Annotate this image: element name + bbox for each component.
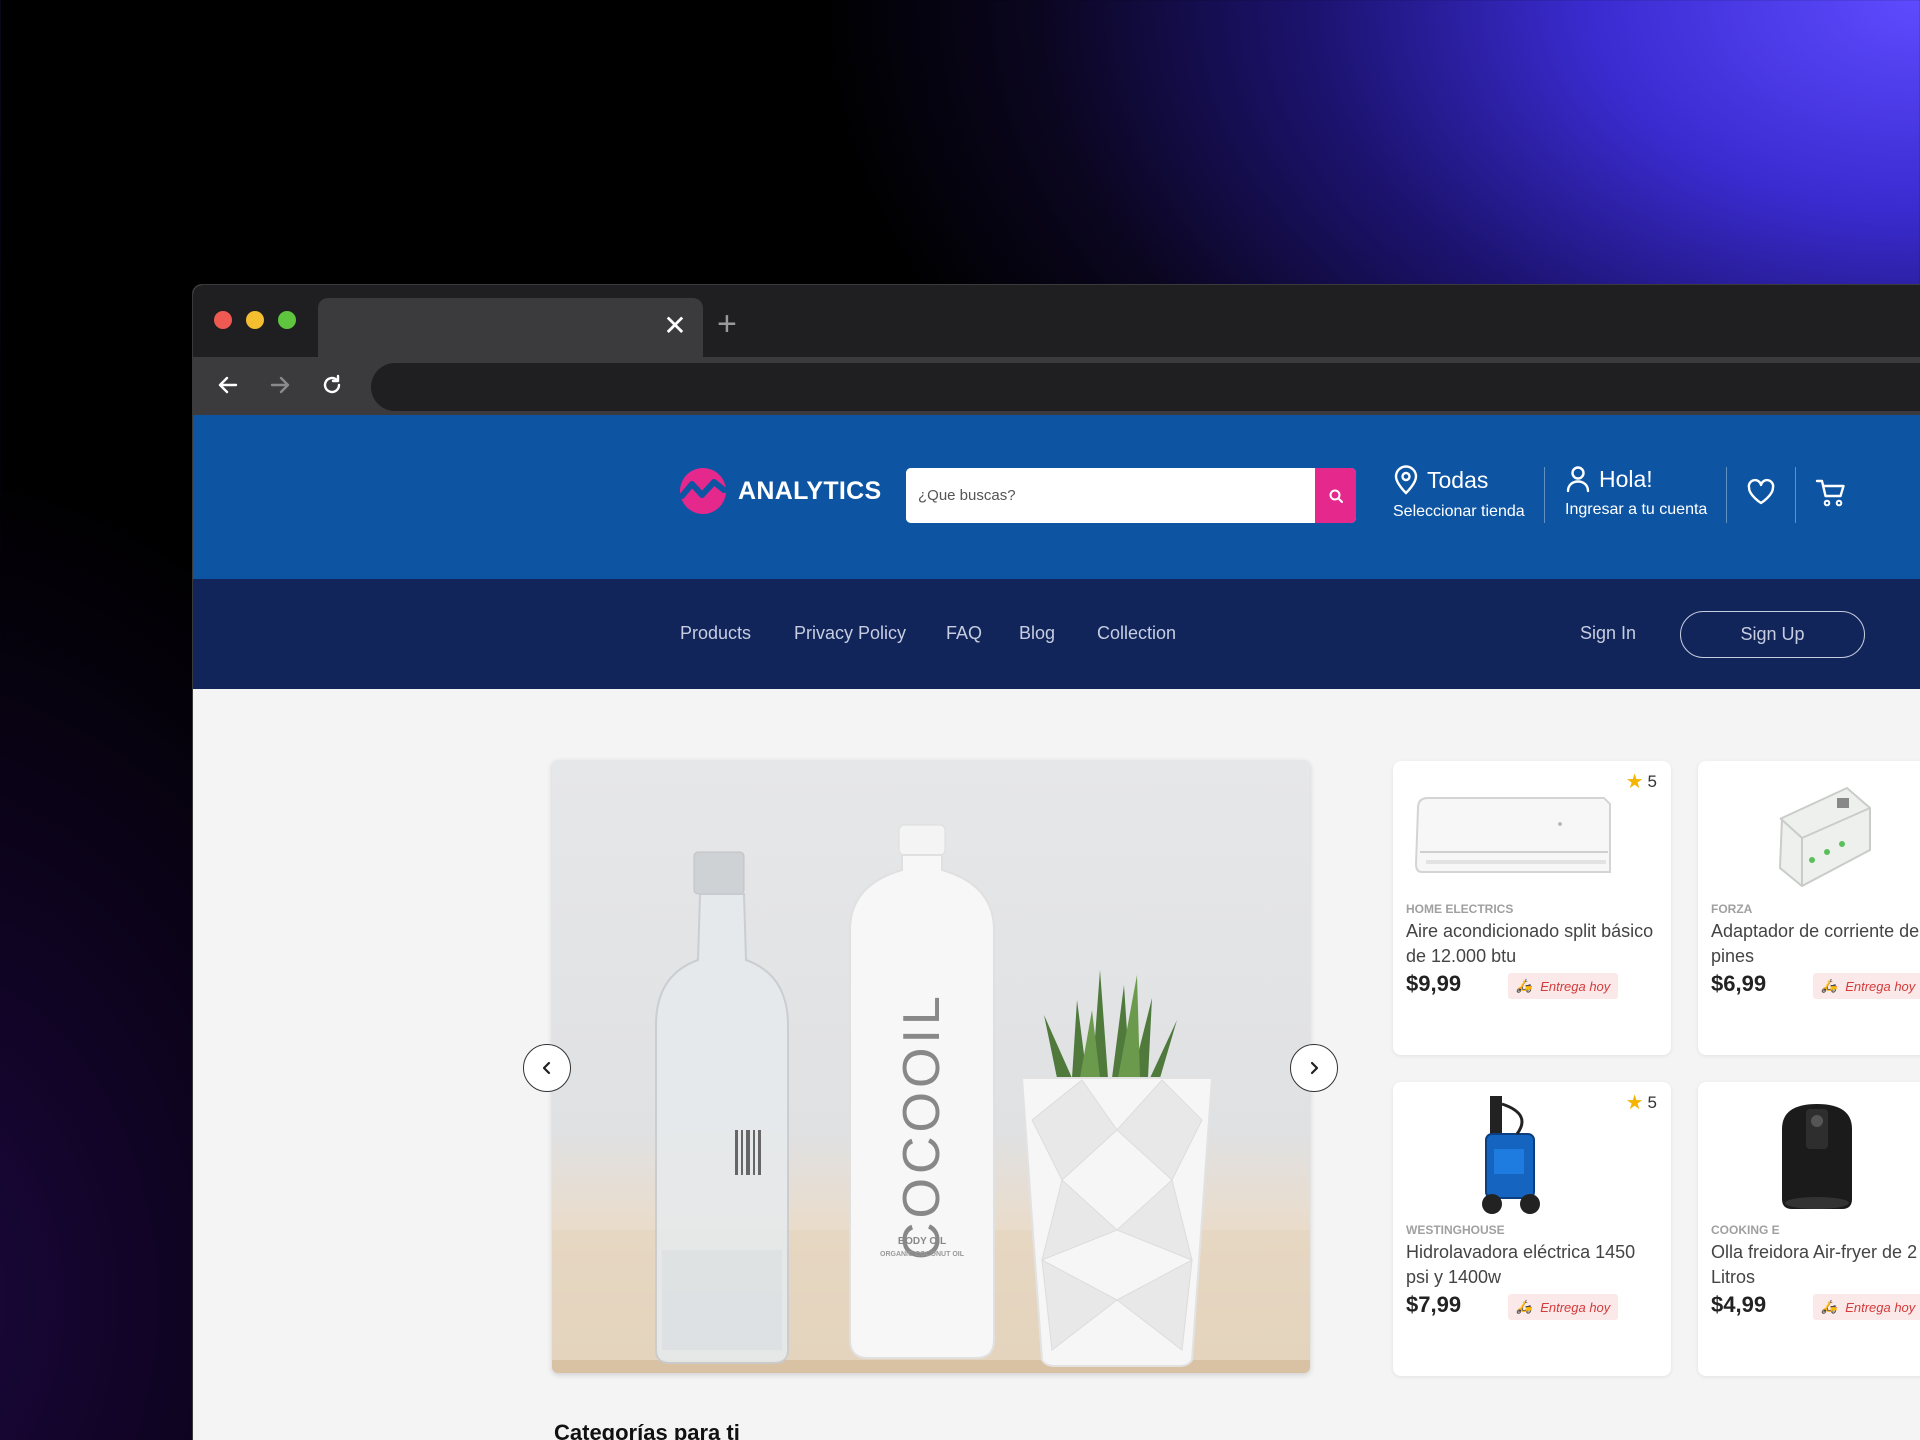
sign-in-link[interactable]: Sign In bbox=[1580, 623, 1636, 644]
product-card[interactable]: ★ 5 WESTINGHOUSE Hidrolavadora eléctrica … bbox=[1393, 1082, 1671, 1376]
product-name[interactable]: Aire acondicionado split básico de 12.00… bbox=[1406, 919, 1656, 969]
product-name[interactable]: Olla freidora Air-fryer de 2 Litros bbox=[1711, 1240, 1920, 1290]
location-pin-icon bbox=[1394, 465, 1418, 495]
delivery-badge: 🛵 Entrega hoy bbox=[1508, 1294, 1619, 1320]
star-icon: ★ bbox=[1625, 1092, 1644, 1114]
sign-up-button[interactable]: Sign Up bbox=[1680, 611, 1865, 658]
heart-icon bbox=[1747, 478, 1775, 505]
delivery-badge: 🛵 Entrega hoy bbox=[1508, 973, 1619, 999]
delivery-badge: 🛵 Entrega hoy bbox=[1813, 973, 1920, 999]
store-title: Todas bbox=[1427, 467, 1489, 493]
close-window-button[interactable] bbox=[214, 311, 232, 329]
product-price: $6,99 bbox=[1711, 971, 1767, 996]
product-price: $9,99 bbox=[1406, 971, 1462, 996]
chevron-right-icon bbox=[1310, 1061, 1319, 1075]
succulent-icon bbox=[1044, 970, 1177, 1078]
search-bar bbox=[906, 468, 1356, 523]
bottle-line1-text: BODY OIL bbox=[898, 1236, 946, 1247]
account-title: Hola! bbox=[1599, 466, 1653, 492]
delivery-scooter-icon: 🛵 bbox=[1516, 978, 1533, 993]
search-icon bbox=[1329, 489, 1343, 503]
power-adapter-icon bbox=[1712, 775, 1920, 895]
browser-toolbar bbox=[193, 357, 1920, 415]
main-content: COCOOIL BODY OIL ORGANIC COCONUT OIL ★5 bbox=[193, 689, 1920, 1440]
air-fryer-icon bbox=[1712, 1096, 1920, 1216]
account-subtitle: Ingresar a tu cuenta bbox=[1565, 501, 1708, 518]
product-card[interactable]: ★5 FORZA Adaptador de corriente de 3 pin… bbox=[1698, 761, 1920, 1055]
search-button[interactable] bbox=[1315, 468, 1356, 523]
product-rating: ★ 5 bbox=[1625, 1092, 1657, 1114]
nav-link-collection[interactable]: Collection bbox=[1097, 623, 1176, 644]
maximize-window-button[interactable] bbox=[278, 311, 296, 329]
product-card[interactable]: ★5 COOKING E Olla freidora Air-fryer de … bbox=[1698, 1082, 1920, 1376]
new-tab-button[interactable]: + bbox=[717, 307, 737, 341]
product-name[interactable]: Hidrolavadora eléctrica 1450 psi y 1400w bbox=[1406, 1240, 1656, 1290]
nav-link-blog[interactable]: Blog bbox=[1019, 623, 1055, 644]
search-input[interactable] bbox=[906, 468, 1316, 523]
carousel-prev-button[interactable] bbox=[523, 1044, 571, 1092]
header-divider bbox=[1726, 467, 1727, 523]
product-brand: FORZA bbox=[1711, 902, 1753, 916]
forward-icon[interactable] bbox=[262, 367, 298, 403]
air-conditioner-icon bbox=[1407, 775, 1617, 895]
delivery-scooter-icon: 🛵 bbox=[1516, 1299, 1533, 1314]
wishlist-button[interactable] bbox=[1746, 478, 1776, 511]
store-selector[interactable]: Todas Seleccionar tienda bbox=[1393, 465, 1525, 521]
user-icon bbox=[1566, 466, 1590, 493]
nav-link-products[interactable]: Products bbox=[680, 623, 751, 644]
nav-link-faq[interactable]: FAQ bbox=[946, 623, 982, 644]
back-icon[interactable] bbox=[210, 367, 246, 403]
account-menu[interactable]: Hola! Ingresar a tu cuenta bbox=[1565, 465, 1707, 519]
hero-carousel-slide[interactable]: COCOOIL BODY OIL ORGANIC COCONUT OIL bbox=[552, 760, 1310, 1373]
cart-button[interactable] bbox=[1815, 478, 1847, 513]
star-icon: ★ bbox=[1625, 771, 1644, 793]
tab-close-icon[interactable]: ✕ bbox=[661, 312, 689, 340]
minimize-window-button[interactable] bbox=[246, 311, 264, 329]
carousel-next-button[interactable] bbox=[1290, 1044, 1338, 1092]
product-card[interactable]: ★ 5 HOME ELECTRICS Aire acondicionado spl… bbox=[1393, 761, 1671, 1055]
bottle-line2-text: ORGANIC COCONUT OIL bbox=[880, 1251, 965, 1258]
header-divider bbox=[1795, 467, 1796, 523]
address-bar[interactable] bbox=[371, 363, 1920, 411]
site-header: ANALYTICS Todas Seleccionar tienda Hola!… bbox=[193, 415, 1920, 579]
cart-icon bbox=[1815, 479, 1845, 507]
main-navigation: Products Privacy Policy FAQ Blog Collect… bbox=[193, 579, 1920, 689]
header-divider bbox=[1544, 467, 1545, 523]
chevron-left-icon bbox=[542, 1061, 551, 1075]
browser-window: ✕ + ANALYTICS ¿Que buscas? Todas Selecci… bbox=[192, 284, 1920, 1440]
browser-chrome: ✕ + bbox=[193, 285, 1920, 415]
site-logo[interactable]: ANALYTICS bbox=[680, 468, 881, 514]
product-price: $7,99 bbox=[1406, 1292, 1462, 1317]
product-brand: WESTINGHOUSE bbox=[1406, 1223, 1505, 1237]
tab-bar: ✕ + bbox=[193, 285, 1920, 357]
delivery-badge: 🛵 Entrega hoy bbox=[1813, 1294, 1920, 1320]
store-subtitle: Seleccionar tienda bbox=[1393, 503, 1525, 520]
pressure-washer-icon bbox=[1407, 1095, 1617, 1216]
reload-icon[interactable] bbox=[314, 367, 350, 403]
browser-tab[interactable]: ✕ bbox=[318, 298, 703, 357]
nav-link-privacy-policy[interactable]: Privacy Policy bbox=[794, 623, 906, 644]
product-price: $4,99 bbox=[1711, 1292, 1767, 1317]
logo-text: ANALYTICS bbox=[738, 476, 882, 505]
hero-image: COCOOIL BODY OIL ORGANIC COCONUT OIL bbox=[552, 824, 1310, 1373]
categories-heading: Categorías para ti bbox=[554, 1420, 740, 1440]
product-brand: COOKING E bbox=[1711, 1223, 1780, 1237]
bottle-brand-text: COCOOIL bbox=[893, 992, 951, 1260]
logo-icon bbox=[680, 468, 726, 514]
product-name[interactable]: Adaptador de corriente de 3 pines bbox=[1711, 919, 1920, 969]
product-brand: HOME ELECTRICS bbox=[1406, 902, 1514, 916]
delivery-scooter-icon: 🛵 bbox=[1821, 1299, 1838, 1314]
delivery-scooter-icon: 🛵 bbox=[1821, 978, 1838, 993]
product-rating: ★ 5 bbox=[1625, 771, 1657, 793]
